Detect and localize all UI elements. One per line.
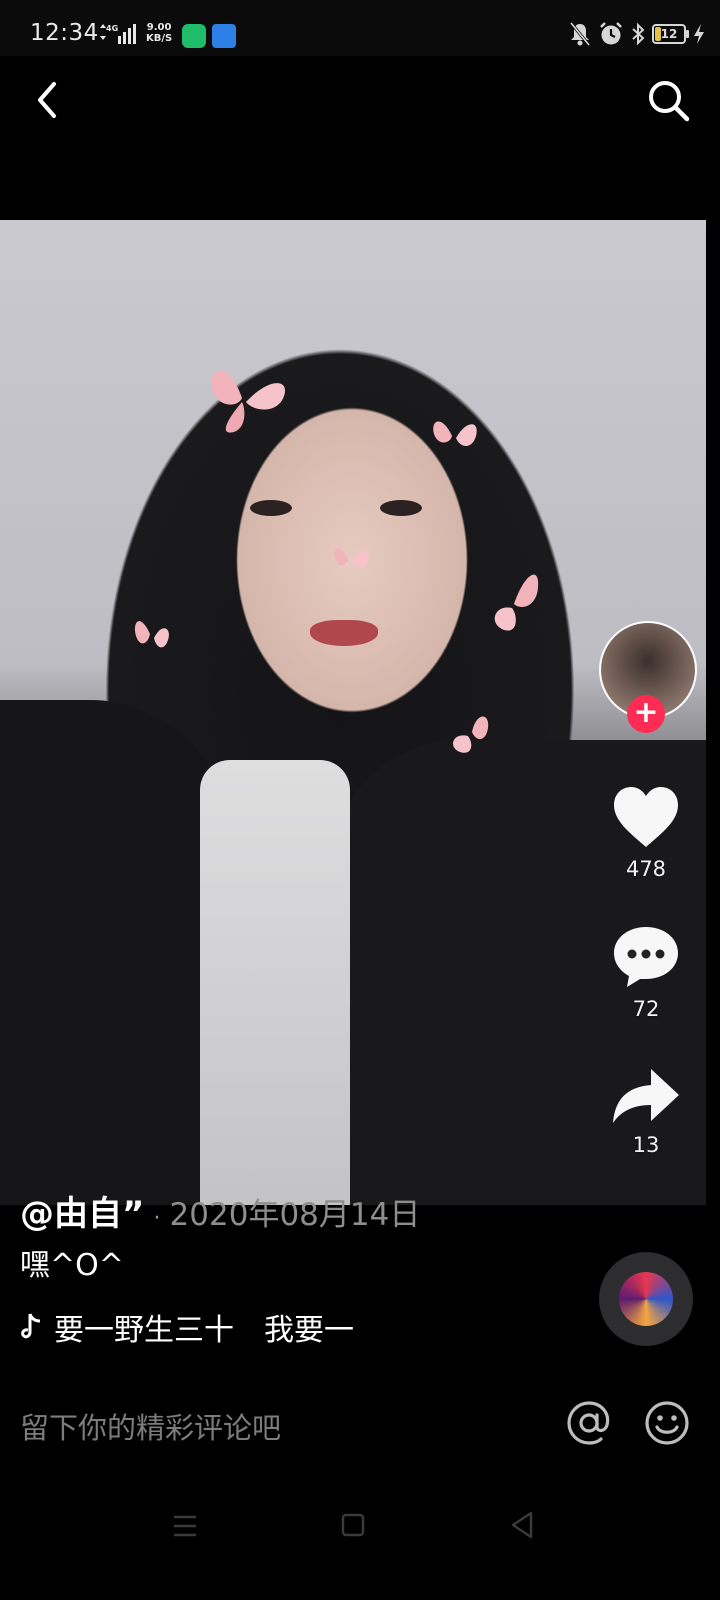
like-count: 478 (625, 857, 667, 881)
butterfly-sticker (494, 574, 539, 631)
app-notification-icon (182, 24, 206, 48)
back-button[interactable] (28, 78, 68, 122)
video-frame-detail (200, 760, 350, 1205)
alarm-icon (600, 22, 622, 45)
music-title: 要一野生三十 我要一 (54, 1313, 354, 1348)
top-bar (0, 56, 720, 220)
comment-count: 72 (632, 997, 660, 1021)
comment-icon (614, 927, 678, 987)
post-date: 2020年08月14日 (169, 1197, 421, 1233)
comment-button[interactable]: 72 (606, 925, 686, 1021)
follow-button[interactable]: + (627, 695, 665, 733)
emoji-icon[interactable] (643, 1399, 691, 1447)
author-name[interactable]: @由自” (20, 1194, 144, 1234)
post-description: 嘿^O^ (20, 1248, 124, 1283)
comment-bar: 留下你的精彩评论吧 (0, 1375, 720, 1475)
app-notification-icon (212, 24, 236, 48)
video-frame-detail (0, 700, 230, 1205)
back-triangle-icon[interactable] (509, 1510, 535, 1540)
butterfly-sticker (453, 716, 489, 753)
network-speed: 9.00 KB/S (146, 22, 172, 44)
butterfly-sticker (433, 421, 477, 446)
separator-dot: · (153, 1206, 161, 1231)
bluetooth-icon (632, 22, 645, 46)
network-type: 4G (106, 24, 118, 33)
signal-icon: 4G (100, 24, 136, 44)
menu-icon[interactable] (172, 1514, 198, 1538)
butterfly-sticker (334, 548, 369, 568)
status-time: 12:34 (30, 20, 99, 46)
battery-indicator: 12 (652, 24, 689, 44)
like-button[interactable]: 478 (606, 785, 686, 881)
music-note-icon (21, 1313, 41, 1339)
status-right: 12 (568, 20, 706, 48)
home-square-icon[interactable] (341, 1512, 365, 1538)
music-info[interactable]: 要一野生三十 我要一 (20, 1305, 354, 1349)
video-player[interactable] (0, 220, 706, 1205)
status-bar: 12:34 4G 9.00 KB/S 12 (0, 0, 720, 56)
music-disc-cover (619, 1272, 673, 1326)
video-frame-detail (380, 500, 422, 516)
mention-at-icon[interactable] (565, 1399, 613, 1447)
charging-icon (694, 24, 704, 44)
share-arrow-icon (613, 1069, 679, 1123)
speed-unit: KB/S (146, 33, 173, 44)
heart-icon (614, 787, 678, 847)
share-button[interactable]: 13 (606, 1067, 686, 1157)
butterfly-sticker (211, 370, 286, 433)
battery-level: 12 (660, 27, 678, 41)
system-nav-bar (0, 1490, 720, 1600)
speed-value: 9.00 (146, 22, 172, 33)
author-line: @由自” · 2020年08月14日 (20, 1186, 420, 1235)
search-icon[interactable] (646, 78, 692, 124)
mute-notification-icon (569, 22, 591, 46)
video-frame-detail (250, 500, 292, 516)
share-count: 13 (632, 1133, 660, 1157)
comment-input[interactable]: 留下你的精彩评论吧 (20, 1405, 281, 1447)
video-frame-detail (310, 620, 378, 646)
butterfly-sticker (134, 621, 169, 648)
music-disc[interactable] (599, 1252, 693, 1346)
